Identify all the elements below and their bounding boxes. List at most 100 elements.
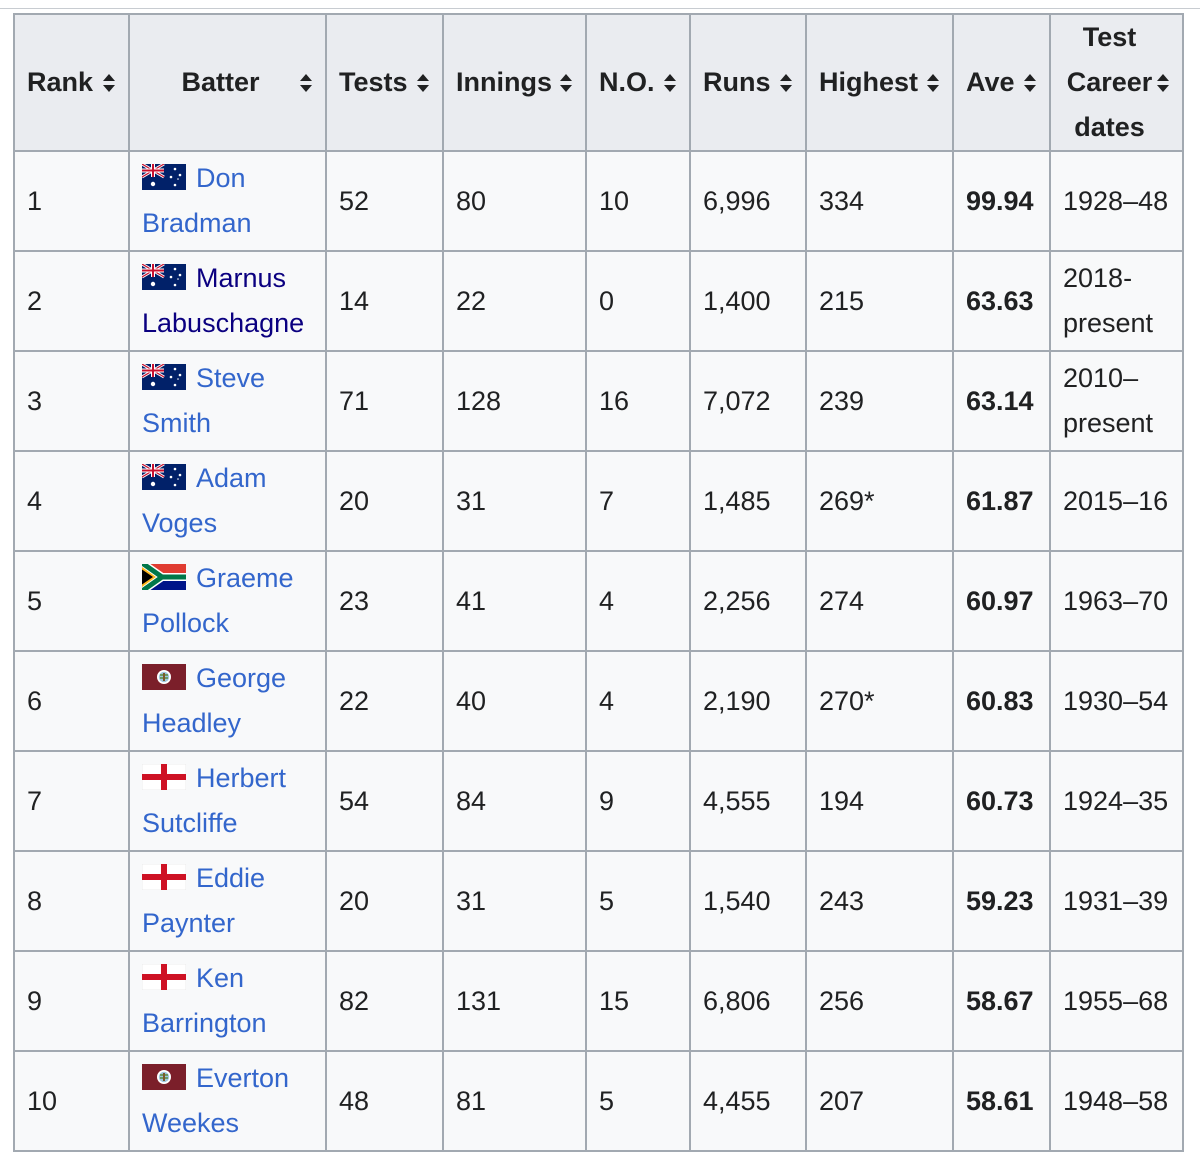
highest-score-cell: 239: [805, 350, 954, 452]
career-dates-line-1: 1931–39: [1063, 885, 1169, 916]
batter-cell: Eddie Paynter: [128, 850, 327, 952]
batter-cell: Everton Weekes: [128, 1050, 327, 1152]
col-header-tests[interactable]: Tests: [325, 13, 444, 152]
career-dates-line-1: 2018-: [1063, 263, 1133, 293]
sort-icon[interactable]: [1023, 73, 1037, 93]
col-header-label: Runs: [703, 67, 771, 97]
innings-cell: 31: [442, 450, 587, 552]
england-flag-icon: [141, 859, 187, 891]
table-row: 5 Graeme Pollock 23 41 4 2,256 274 60.97 …: [13, 550, 1184, 652]
career-dates-cell: 1928–48: [1049, 150, 1184, 252]
sort-icon[interactable]: [1156, 73, 1170, 93]
batter-first-name: Adam: [196, 463, 267, 493]
table-row: 8 Eddie Paynter 20 31 5 1,540 243 59.23 1…: [13, 850, 1184, 952]
innings-cell: 31: [442, 850, 587, 952]
col-header-rank[interactable]: Rank: [13, 13, 130, 152]
col-header-label: Highest: [819, 67, 919, 97]
table-row: 9 Ken Barrington 82 131 15 6,806 256 58.6…: [13, 950, 1184, 1052]
rank-cell: 10: [13, 1050, 130, 1152]
batter-last-name: Voges: [142, 508, 218, 538]
batter-last-name: Barrington: [142, 1008, 267, 1038]
batter-last-name: Bradman: [142, 208, 252, 238]
table-row: 3 Steve Smith 71 128 16 7,072 239 63.14 2…: [13, 350, 1184, 452]
rank-cell: 8: [13, 850, 130, 952]
col-header-no[interactable]: N.O.: [585, 13, 691, 152]
career-dates-cell: 1924–35: [1049, 750, 1184, 852]
sort-icon[interactable]: [559, 73, 573, 93]
batter-cell: Ken Barrington: [128, 950, 327, 1052]
innings-cell: 84: [442, 750, 587, 852]
career-dates-line-1: 1948–58: [1063, 1085, 1169, 1116]
career-dates-cell: 2010– present: [1049, 350, 1184, 452]
col-header-highest[interactable]: Highest: [805, 13, 954, 152]
sort-icon[interactable]: [299, 73, 313, 93]
batter-last-name: Labuschagne: [142, 308, 305, 338]
sort-icon[interactable]: [926, 73, 940, 93]
table-row: 6 George Headley 22 40 4 2,190 270* 60.83…: [13, 650, 1184, 752]
west-indies-flag-icon: [142, 1059, 186, 1090]
innings-cell: 131: [442, 950, 587, 1052]
average-cell: 99.94: [952, 150, 1051, 252]
average-cell: 60.73: [952, 750, 1051, 852]
highest-score-cell: 269*: [805, 450, 954, 552]
tests-cell: 48: [325, 1050, 444, 1152]
australia-flag-icon: [141, 459, 186, 490]
batter-last-name: Paynter: [142, 908, 236, 938]
not-outs-cell: 5: [585, 850, 691, 952]
table-row: 1 Don Bradman 52 80 10 6,996 334 99.94 19…: [13, 150, 1184, 252]
runs-cell: 2,256: [689, 550, 807, 652]
career-dates-line-1: Test: [1082, 22, 1137, 52]
sort-icon[interactable]: [416, 73, 430, 93]
not-outs-cell: 5: [585, 1050, 691, 1152]
runs-cell: 4,455: [689, 1050, 807, 1152]
table-row: 10 Everton Weekes 48 81 5 4,455 207 58.61…: [13, 1050, 1184, 1152]
career-dates-line-2: present: [1063, 408, 1154, 438]
col-header-batter[interactable]: Batter: [128, 13, 327, 152]
west-indies-flag-icon: [142, 659, 186, 690]
career-dates-line-1: 1930–54: [1063, 685, 1169, 716]
batter-last-name: Headley: [142, 708, 242, 738]
sort-icon[interactable]: [102, 73, 116, 93]
sort-icon[interactable]: [663, 73, 677, 93]
rank-cell: 9: [13, 950, 130, 1052]
table-row: 7 Herbert Sutcliffe 54 84 9 4,555 194 60.…: [13, 750, 1184, 852]
innings-cell: 40: [442, 650, 587, 752]
rank-cell: 6: [13, 650, 130, 752]
batter-first-name: Graeme: [196, 563, 294, 593]
col-header-innings[interactable]: Innings: [442, 13, 587, 152]
col-header-runs[interactable]: Runs: [689, 13, 807, 152]
career-dates-line-1: 1924–35: [1063, 785, 1169, 816]
col-header-label: Test Career dates: [1063, 15, 1156, 150]
runs-cell: 4,555: [689, 750, 807, 852]
innings-cell: 41: [442, 550, 587, 652]
career-dates-line-3: dates: [1074, 112, 1145, 142]
batter-first-name: Steve: [196, 363, 266, 393]
batter-cell: Marnus Labuschagne: [128, 250, 327, 352]
sort-icon[interactable]: [779, 73, 793, 93]
average-cell: 58.67: [952, 950, 1051, 1052]
australia-flag-icon: [141, 259, 186, 290]
col-header-career-dates[interactable]: Test Career dates: [1049, 13, 1184, 152]
england-flag-icon: [141, 959, 187, 991]
batter-last-name: Smith: [142, 408, 212, 438]
rank-cell: 1: [13, 150, 130, 252]
col-header-ave[interactable]: Ave: [952, 13, 1051, 152]
not-outs-cell: 9: [585, 750, 691, 852]
highest-score-cell: 243: [805, 850, 954, 952]
rank-cell: 4: [13, 450, 130, 552]
tests-cell: 20: [325, 850, 444, 952]
average-cell: 63.14: [952, 350, 1051, 452]
batter-first-name: George: [196, 663, 287, 693]
col-header-label: Innings: [456, 67, 552, 97]
col-header-label: Batter: [181, 67, 260, 97]
runs-cell: 6,996: [689, 150, 807, 252]
career-dates-cell: 2015–16: [1049, 450, 1184, 552]
highest-score-cell: 207: [805, 1050, 954, 1152]
career-dates-cell: 1963–70: [1049, 550, 1184, 652]
highest-score-cell: 256: [805, 950, 954, 1052]
career-dates-line-1: 2010–: [1063, 363, 1139, 393]
career-dates-line-1: 1928–48: [1063, 185, 1169, 216]
australia-flag-icon: [141, 159, 186, 190]
runs-cell: 1,485: [689, 450, 807, 552]
col-header-label: Tests: [339, 67, 408, 97]
